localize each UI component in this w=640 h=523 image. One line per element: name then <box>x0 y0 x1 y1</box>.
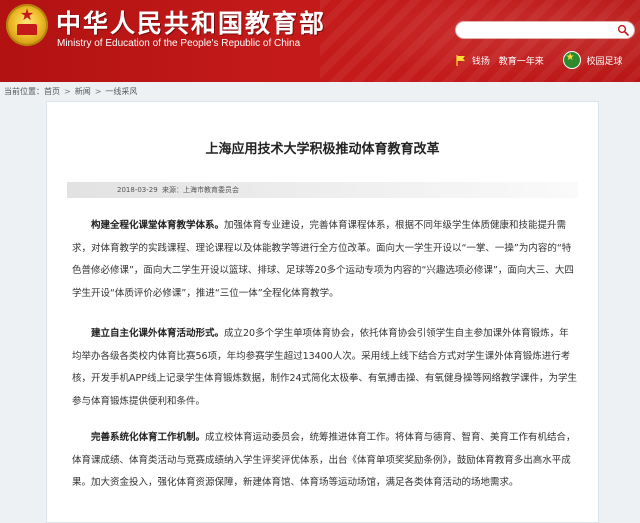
article-paragraph: 建立自主化课外体育活动形式。成立20多个学生单项体育协会，依托体育协会引领学生自… <box>72 323 578 413</box>
article-paragraph: 构建全程化课堂体育教学体系。加强体育专业建设，完善体育课程体系，根据不同年级学生… <box>72 215 578 305</box>
article-source: 来源：上海市教育委员会 <box>162 186 239 194</box>
paragraph-body: 成立20多个学生单项体育协会，依托体育协会引领学生自主参加课外体育锻炼，年均举办… <box>72 328 578 407</box>
flag-icon <box>456 54 465 66</box>
article-title: 上海应用技术大学积极推动体育教育改革 <box>205 142 440 157</box>
site-header: ★ 中华人民共和国教育部 Ministry of Education of th… <box>0 0 640 82</box>
breadcrumb-separator: > <box>64 87 71 96</box>
search-icon[interactable] <box>617 24 629 36</box>
site-title[interactable]: 中华人民共和国教育部 <box>56 4 326 40</box>
link-qianyang[interactable]: 钱扬 <box>472 54 490 67</box>
link-campus-football[interactable]: 校园足球 <box>587 54 623 67</box>
paragraph-lead: 建立自主化课外体育活动形式。 <box>91 328 225 339</box>
breadcrumb-label: 当前位置： <box>4 87 44 96</box>
search-input[interactable] <box>456 22 634 38</box>
site-subtitle: Ministry of Education of the People's Re… <box>57 38 301 49</box>
breadcrumb-frontline[interactable]: 一线采风 <box>105 87 137 96</box>
breadcrumb-home[interactable]: 首页 <box>44 87 60 96</box>
article-panel: 上海应用技术大学积极推动体育教育改革 2018-03-29 来源：上海市教育委员… <box>46 101 599 523</box>
breadcrumb-news[interactable]: 新闻 <box>75 87 91 96</box>
breadcrumb: 当前位置：首页 > 新闻 > 一线采风 <box>4 86 137 97</box>
football-icon[interactable] <box>562 51 581 69</box>
article-paragraph: 完善系统化体育工作机制。成立校体育运动委员会，统筹推进体育工作。将体育与德育、智… <box>72 427 578 495</box>
article-date: 2018-03-29 <box>117 186 158 194</box>
paragraph-lead: 构建全程化课堂体育教学体系。 <box>91 220 225 231</box>
paragraph-lead: 完善系统化体育工作机制。 <box>91 432 206 443</box>
header-pattern <box>320 0 640 82</box>
national-emblem-icon[interactable]: ★ <box>6 4 48 46</box>
link-education-year[interactable]: 教育一年来 <box>499 54 544 67</box>
article-meta: 2018-03-29 来源：上海市教育委员会 <box>67 182 578 198</box>
paragraph-body: 加强体育专业建设，完善体育课程体系，根据不同年级学生体质健康和技能提升需求，对体… <box>72 220 574 299</box>
quick-links: 钱扬 教育一年来 校园足球 <box>456 51 623 69</box>
breadcrumb-separator: > <box>94 87 102 96</box>
